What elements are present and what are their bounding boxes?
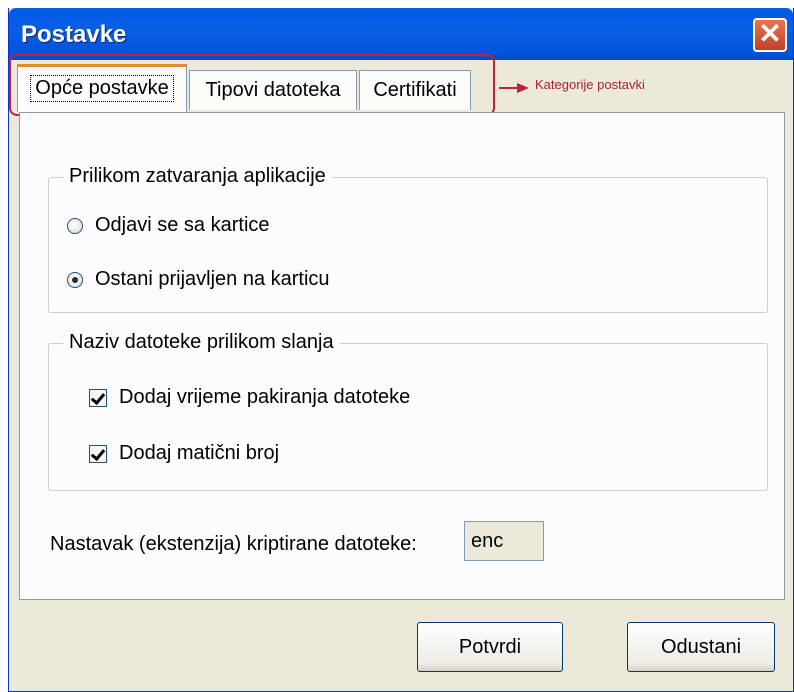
filename-groupbox: Naziv datoteke prilikom slanja Dodaj vri… <box>48 331 768 491</box>
confirm-button[interactable]: Potvrdi <box>417 622 563 672</box>
cancel-button[interactable]: Odustani <box>627 622 775 672</box>
radio-label: Ostani prijavljen na karticu <box>95 268 330 290</box>
radio-label: Odjavi se sa kartice <box>95 214 270 236</box>
window-title: Postavke <box>21 21 127 48</box>
settings-dialog: Postavke ✕ Opće postavke Tipovi datoteka… <box>8 8 794 692</box>
checkbox-label: Dodaj vrijeme pakiranja datoteke <box>119 386 411 408</box>
annotation-arrow-icon <box>499 83 529 93</box>
closing-groupbox: Prilikom zatvaranja aplikacije Odjavi se… <box>48 165 768 313</box>
radio-button[interactable] <box>67 217 83 234</box>
checkbox-option-packing-time[interactable]: Dodaj vrijeme pakiranja datoteke <box>89 386 410 409</box>
radio-option-stay[interactable]: Ostani prijavljen na karticu <box>67 268 330 291</box>
group-title: Naziv datoteke prilikom slanja <box>63 331 340 354</box>
tab-panel: Prilikom zatvaranja aplikacije Odjavi se… <box>19 112 785 600</box>
radio-option-logout[interactable]: Odjavi se sa kartice <box>67 214 270 237</box>
checkbox[interactable] <box>89 388 107 407</box>
close-button[interactable]: ✕ <box>753 18 787 52</box>
checkbox-label: Dodaj matični broj <box>119 442 280 464</box>
annotation-label: Kategorije postavki <box>535 77 645 92</box>
extension-label: Nastavak (ekstenzija) kriptirane datotek… <box>50 533 417 555</box>
checkbox[interactable] <box>89 444 107 463</box>
radio-button[interactable] <box>67 271 83 288</box>
title-bar[interactable]: Postavke ✕ <box>9 8 793 60</box>
checkbox-option-id-number[interactable]: Dodaj matični broj <box>89 442 279 465</box>
close-icon: ✕ <box>758 18 782 49</box>
extension-field[interactable]: enc <box>464 521 544 561</box>
group-title: Prilikom zatvaranja aplikacije <box>63 165 332 188</box>
tabs-highlight-box <box>9 54 495 116</box>
